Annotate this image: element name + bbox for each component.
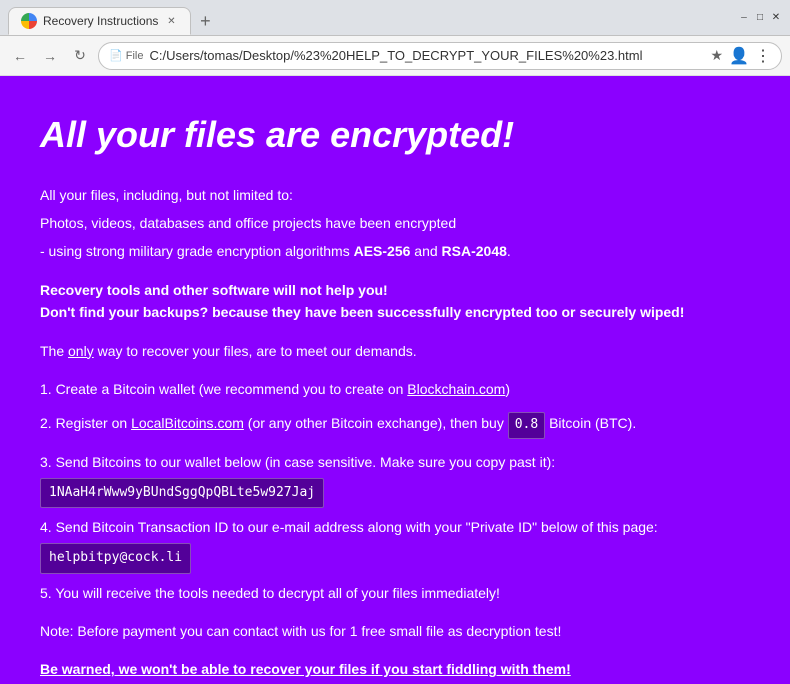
- intro-and: and: [410, 243, 441, 259]
- step3-text: 3. Send Bitcoins to our wallet below (in…: [40, 454, 555, 470]
- intro-line-2: Photos, videos, databases and office pro…: [40, 212, 750, 234]
- only-way-pre: The: [40, 343, 68, 359]
- step4-text: 4. Send Bitcoin Transaction ID to our e-…: [40, 519, 658, 535]
- aes-label: AES-256: [354, 243, 411, 259]
- tab-bar: Recovery Instructions ✕ +: [8, 0, 722, 35]
- page-content: All your files are encrypted! All your f…: [0, 76, 790, 684]
- account-icon[interactable]: 👤: [729, 46, 749, 66]
- warning-section: Recovery tools and other software will n…: [40, 279, 750, 324]
- menu-icon[interactable]: ⋮: [755, 46, 771, 66]
- tab-favicon: [21, 13, 37, 29]
- step2-mid: (or any other Bitcoin exchange), then bu…: [244, 415, 508, 431]
- back-button[interactable]: ←: [8, 44, 32, 68]
- tab-close-button[interactable]: ✕: [164, 14, 178, 28]
- forward-button[interactable]: →: [38, 44, 62, 68]
- localbitcoins-link[interactable]: LocalBitcoins.com: [131, 415, 244, 431]
- content-wrapper: All your files are encrypted! All your f…: [0, 76, 790, 684]
- rsa-label: RSA-2048: [442, 243, 507, 259]
- nav-bar: ← → ↻ 📄 File C:/Users/tomas/Desktop/%23%…: [0, 36, 790, 76]
- note-text: Note: Before payment you can contact wit…: [40, 620, 750, 642]
- only-way-section: The only way to recover your files, are …: [40, 340, 750, 362]
- new-tab-button[interactable]: +: [191, 7, 219, 35]
- step-1: 1. Create a Bitcoin wallet (we recommend…: [40, 378, 750, 400]
- note-section: Note: Before payment you can contact wit…: [40, 620, 750, 642]
- intro-line-3: - using strong military grade encryption…: [40, 240, 750, 262]
- address-bar[interactable]: 📄 File C:/Users/tomas/Desktop/%23%20HELP…: [98, 42, 782, 70]
- step-2: 2. Register on LocalBitcoins.com (or any…: [40, 408, 750, 443]
- recovery-tools-warning: Recovery tools and other software will n…: [40, 279, 750, 301]
- step2-end: Bitcoin (BTC).: [545, 415, 636, 431]
- step-3: 3. Send Bitcoins to our wallet below (in…: [40, 451, 750, 508]
- step1-end: ): [505, 381, 510, 397]
- step1-text: 1. Create a Bitcoin wallet (we recommend…: [40, 381, 407, 397]
- step-4: 4. Send Bitcoin Transaction ID to our e-…: [40, 516, 750, 573]
- bookmark-icon[interactable]: ★: [711, 47, 724, 64]
- bitcoin-wallet-address: 1NAaH4rWww9yBUndSggQpQBLte5w927Jaj: [40, 478, 324, 509]
- active-tab[interactable]: Recovery Instructions ✕: [8, 7, 191, 35]
- intro-line-1: All your files, including, but not limit…: [40, 184, 750, 206]
- tab-title: Recovery Instructions: [43, 14, 158, 28]
- btc-amount: 0.8: [508, 412, 545, 439]
- email-address: helpbitpy@cock.li: [40, 543, 191, 574]
- intro-section: All your files, including, but not limit…: [40, 184, 750, 263]
- intro-end: .: [507, 243, 511, 259]
- only-way-text: The only way to recover your files, are …: [40, 340, 750, 362]
- title-bar: Recovery Instructions ✕ +: [0, 0, 790, 36]
- maximize-button[interactable]: [754, 12, 766, 24]
- address-text: C:/Users/tomas/Desktop/%23%20HELP_TO_DEC…: [149, 48, 704, 63]
- main-heading: All your files are encrypted!: [40, 106, 750, 164]
- only-underline: only: [68, 343, 94, 359]
- step2-text: 2. Register on: [40, 415, 131, 431]
- be-warned-section: Be warned, we won't be able to recover y…: [40, 658, 750, 680]
- steps-section: 1. Create a Bitcoin wallet (we recommend…: [40, 378, 750, 604]
- close-button[interactable]: [770, 12, 782, 24]
- refresh-button[interactable]: ↻: [68, 44, 92, 68]
- only-way-post: way to recover your files, are to meet o…: [94, 343, 417, 359]
- window-controls: [738, 12, 782, 24]
- backup-warning: Don't find your backups? because they ha…: [40, 301, 750, 323]
- minimize-button[interactable]: [738, 12, 750, 24]
- blockchain-link[interactable]: Blockchain.com: [407, 381, 505, 397]
- file-icon: 📄 File: [109, 49, 143, 62]
- intro-line-3-text: - using strong military grade encryption…: [40, 243, 354, 259]
- be-warned-text: Be warned, we won't be able to recover y…: [40, 658, 750, 680]
- step-5: 5. You will receive the tools needed to …: [40, 582, 750, 604]
